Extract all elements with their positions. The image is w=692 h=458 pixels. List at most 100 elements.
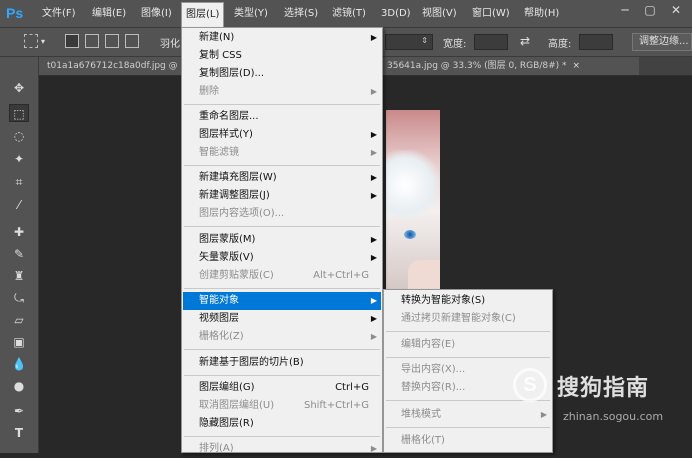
menu-item-duplicate-layer[interactable]: 复制图层(D)... xyxy=(183,65,381,83)
add-selection-icon[interactable] xyxy=(85,34,99,48)
menu-shortcut: Shift+Ctrl+G xyxy=(303,400,369,411)
menu-type[interactable]: 类型(Y) xyxy=(230,0,272,27)
menu-item-label: 新建(N) xyxy=(199,32,235,43)
style-select[interactable]: ⇕ xyxy=(385,34,433,50)
menu-item-create-clipping-mask[interactable]: 创建剪贴蒙版(C) Alt+Ctrl+G xyxy=(183,267,381,285)
menu-item-delete[interactable]: 删除 ▶ xyxy=(183,83,381,101)
maximize-icon[interactable]: ▢ xyxy=(641,3,659,21)
pen-icon[interactable]: ✒ xyxy=(9,402,29,420)
magic-wand-icon[interactable]: ✦ xyxy=(9,150,29,168)
menu-item-new-adjustment-layer[interactable]: 新建调整图层(J) ▶ xyxy=(183,187,381,205)
menu-layer[interactable]: 图层(L) xyxy=(181,2,225,28)
menu-item-label: 智能对象 xyxy=(199,295,239,306)
subtract-selection-icon[interactable] xyxy=(105,34,119,48)
menu-file[interactable]: 文件(F) xyxy=(38,0,80,27)
watermark: S 搜狗指南 zhinan.sogou.com xyxy=(513,366,688,426)
tools-panel: ✥ ⬚ ◌ ✦ ⌗ ⁄ ✚ ✎ ♜ ⤿ ▱ ▣ 💧 ● ✒ T xyxy=(0,57,39,453)
menu-item-copy-css[interactable]: 复制 CSS xyxy=(183,47,381,65)
menu-item-label: 矢量蒙版(V) xyxy=(199,252,254,263)
height-input[interactable] xyxy=(579,34,613,50)
submenu-item-rasterize[interactable]: 栅格化(T) xyxy=(385,432,551,450)
blur-icon[interactable]: 💧 xyxy=(9,355,29,373)
refine-edge-button[interactable]: 调整边缘... xyxy=(632,33,692,51)
menu-image[interactable]: 图像(I) xyxy=(137,0,176,27)
menu-item-new-layer-based-slice[interactable]: 新建基于图层的切片(B) xyxy=(183,354,381,372)
menu-separator xyxy=(386,331,550,332)
menu-edit[interactable]: 编辑(E) xyxy=(88,0,130,27)
menu-select[interactable]: 选择(S) xyxy=(280,0,322,27)
submenu-arrow-icon: ▶ xyxy=(370,253,377,262)
menu-item-layer-content-options[interactable]: 图层内容选项(O)... xyxy=(183,205,381,223)
menu-item-label: 删除 xyxy=(199,86,219,97)
menu-separator xyxy=(184,165,380,166)
menu-3d[interactable]: 3D(D) xyxy=(377,0,415,27)
brush-icon[interactable]: ✎ xyxy=(9,245,29,263)
rectangular-marquee-icon[interactable]: ⬚ xyxy=(9,104,29,122)
lasso-icon[interactable]: ◌ xyxy=(9,127,29,145)
document-tab-2[interactable]: 35641a.jpg @ 33.3% (图层 0, RGB/8#) * × xyxy=(379,57,639,75)
crop-icon[interactable]: ⌗ xyxy=(9,173,29,191)
menu-separator xyxy=(184,288,380,289)
menu-item-layer-mask[interactable]: 图层蒙版(M) ▶ xyxy=(183,231,381,249)
menu-item-vector-mask[interactable]: 矢量蒙版(V) ▶ xyxy=(183,249,381,267)
image-eye xyxy=(404,230,416,239)
tab-close-icon[interactable]: × xyxy=(573,61,581,71)
menu-filter[interactable]: 滤镜(T) xyxy=(328,0,370,27)
menu-item-hide-layers[interactable]: 隐藏图层(R) xyxy=(183,415,381,433)
dropdown-arrow-icon[interactable]: ▾ xyxy=(41,37,45,46)
height-label: 高度: xyxy=(548,39,572,50)
menu-item-layer-style[interactable]: 图层样式(Y) ▶ xyxy=(183,126,381,144)
history-brush-icon[interactable]: ⤿ xyxy=(9,289,29,307)
gradient-icon[interactable]: ▣ xyxy=(9,333,29,351)
submenu-item-convert-to-smart-object[interactable]: 转换为智能对象(S) xyxy=(385,292,551,310)
watermark-url: zhinan.sogou.com xyxy=(563,410,664,423)
document-tab-label: t01a1a676712c18a0df.jpg @ xyxy=(47,61,178,71)
menu-item-rasterize[interactable]: 栅格化(Z) ▶ xyxy=(183,328,381,346)
menu-item-video-layers[interactable]: 视频图层 ▶ xyxy=(183,310,381,328)
watermark-text: 搜狗指南 xyxy=(557,376,650,401)
clone-stamp-icon[interactable]: ♜ xyxy=(9,267,29,285)
intersect-selection-icon[interactable] xyxy=(125,34,139,48)
submenu-item-edit-contents[interactable]: 编辑内容(E) xyxy=(385,336,551,354)
menu-item-new[interactable]: 新建(N) ▶ xyxy=(183,29,381,47)
submenu-arrow-icon: ▶ xyxy=(370,191,377,200)
menu-item-group-layers[interactable]: 图层编组(G) Ctrl+G xyxy=(183,379,381,397)
menu-item-ungroup-layers[interactable]: 取消图层编组(U) Shift+Ctrl+G xyxy=(183,397,381,415)
menu-item-smart-object[interactable]: 智能对象 ▶ xyxy=(183,292,381,310)
dodge-icon[interactable]: ● xyxy=(9,377,29,395)
width-input[interactable] xyxy=(474,34,508,50)
menu-item-smart-filter[interactable]: 智能滤镜 ▶ xyxy=(183,144,381,162)
type-tool-icon[interactable]: T xyxy=(9,424,29,442)
menu-help[interactable]: 帮助(H) xyxy=(520,0,563,27)
sogou-logo-icon: S xyxy=(513,368,547,402)
submenu-arrow-icon: ▶ xyxy=(370,87,377,96)
marquee-preset-icon[interactable] xyxy=(24,34,38,48)
eraser-icon[interactable]: ▱ xyxy=(9,311,29,329)
document-image xyxy=(386,110,440,293)
menu-window[interactable]: 窗口(W) xyxy=(468,0,514,27)
document-tab-1[interactable]: t01a1a676712c18a0df.jpg @ xyxy=(39,57,189,75)
menu-item-label: 新建填充图层(W) xyxy=(199,172,277,183)
new-selection-icon[interactable] xyxy=(65,34,79,48)
eyedropper-icon[interactable]: ⁄ xyxy=(9,196,29,214)
menu-shortcut: Alt+Ctrl+G xyxy=(313,270,369,281)
menu-item-rename-layer[interactable]: 重命名图层... xyxy=(183,108,381,126)
submenu-item-new-smart-object-via-copy[interactable]: 通过拷贝新建智能对象(C) xyxy=(385,310,551,328)
submenu-arrow-icon: ▶ xyxy=(370,235,377,244)
close-icon[interactable]: ✕ xyxy=(667,3,685,21)
menu-view[interactable]: 视图(V) xyxy=(418,0,461,27)
minimize-icon[interactable]: ─ xyxy=(616,3,634,21)
menu-item-label: 排列(A) xyxy=(199,443,234,454)
menu-item-arrange[interactable]: 排列(A) ▶ xyxy=(183,440,381,458)
image-hair xyxy=(386,150,440,220)
move-tool-icon[interactable]: ✥ xyxy=(9,79,29,97)
menu-item-label: 视频图层 xyxy=(199,313,239,324)
healing-brush-icon[interactable]: ✚ xyxy=(9,223,29,241)
document-tab-label: 35641a.jpg @ 33.3% (图层 0, RGB/8#) * xyxy=(387,61,567,71)
menu-item-label: 图层样式(Y) xyxy=(199,129,253,140)
menu-separator xyxy=(184,436,380,437)
swap-icon[interactable]: ⇄ xyxy=(520,34,530,48)
menu-separator xyxy=(386,427,550,428)
submenu-arrow-icon: ▶ xyxy=(370,33,377,42)
menu-item-new-fill-layer[interactable]: 新建填充图层(W) ▶ xyxy=(183,169,381,187)
